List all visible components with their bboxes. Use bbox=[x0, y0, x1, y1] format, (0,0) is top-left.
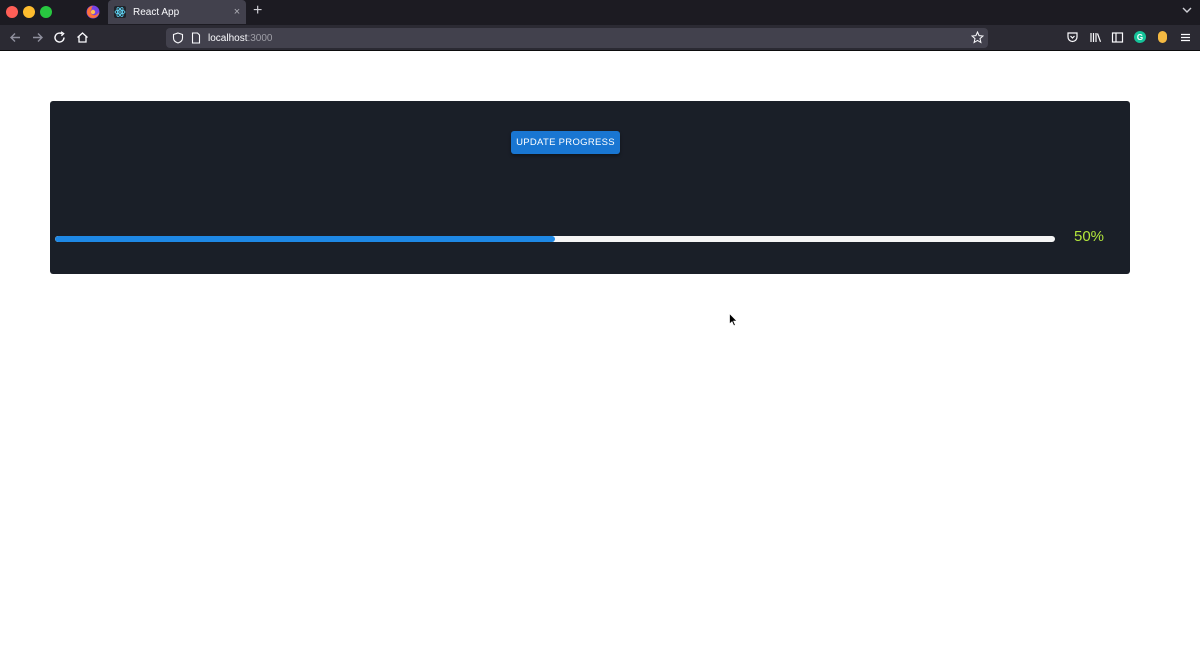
maximize-window-button[interactable] bbox=[40, 6, 52, 18]
progress-panel: UPDATE PROGRESS 50% bbox=[50, 101, 1130, 274]
url-host: localhost bbox=[208, 32, 248, 44]
extension-icon[interactable] bbox=[1158, 31, 1167, 43]
reload-icon[interactable] bbox=[52, 30, 67, 45]
close-window-button[interactable] bbox=[6, 6, 18, 18]
progress-percentage: 50% bbox=[1074, 228, 1105, 245]
tab-title: React App bbox=[133, 6, 180, 18]
library-icon[interactable] bbox=[1089, 31, 1102, 44]
minimize-window-button[interactable] bbox=[23, 6, 35, 18]
forward-arrow-icon[interactable] bbox=[30, 30, 45, 45]
close-tab-icon[interactable]: × bbox=[228, 6, 246, 18]
firefox-icon[interactable] bbox=[86, 5, 100, 19]
page-icon[interactable] bbox=[190, 32, 202, 44]
browser-titlebar: React App × + bbox=[0, 0, 1200, 25]
grammarly-icon[interactable]: G bbox=[1134, 31, 1146, 43]
progress-bar-fill bbox=[55, 236, 555, 242]
sidebar-icon[interactable] bbox=[1111, 31, 1124, 44]
browser-navbar: localhost :3000 G bbox=[0, 25, 1200, 51]
hamburger-menu-icon[interactable] bbox=[1179, 31, 1192, 44]
react-icon bbox=[114, 6, 126, 18]
pocket-icon[interactable] bbox=[1066, 31, 1079, 44]
url-port: :3000 bbox=[247, 32, 273, 44]
url-bar[interactable]: localhost :3000 bbox=[166, 28, 988, 48]
shield-icon[interactable] bbox=[172, 32, 184, 44]
star-icon[interactable] bbox=[971, 31, 984, 44]
home-icon[interactable] bbox=[75, 30, 90, 45]
mouse-cursor-icon bbox=[729, 313, 738, 327]
tab-react-app[interactable]: React App × bbox=[108, 0, 246, 24]
new-tab-button[interactable]: + bbox=[253, 2, 262, 20]
update-progress-button[interactable]: UPDATE PROGRESS bbox=[511, 131, 620, 154]
back-arrow-icon[interactable] bbox=[8, 30, 23, 45]
progress-bar bbox=[55, 236, 1055, 242]
chevron-down-icon[interactable] bbox=[1180, 3, 1194, 17]
